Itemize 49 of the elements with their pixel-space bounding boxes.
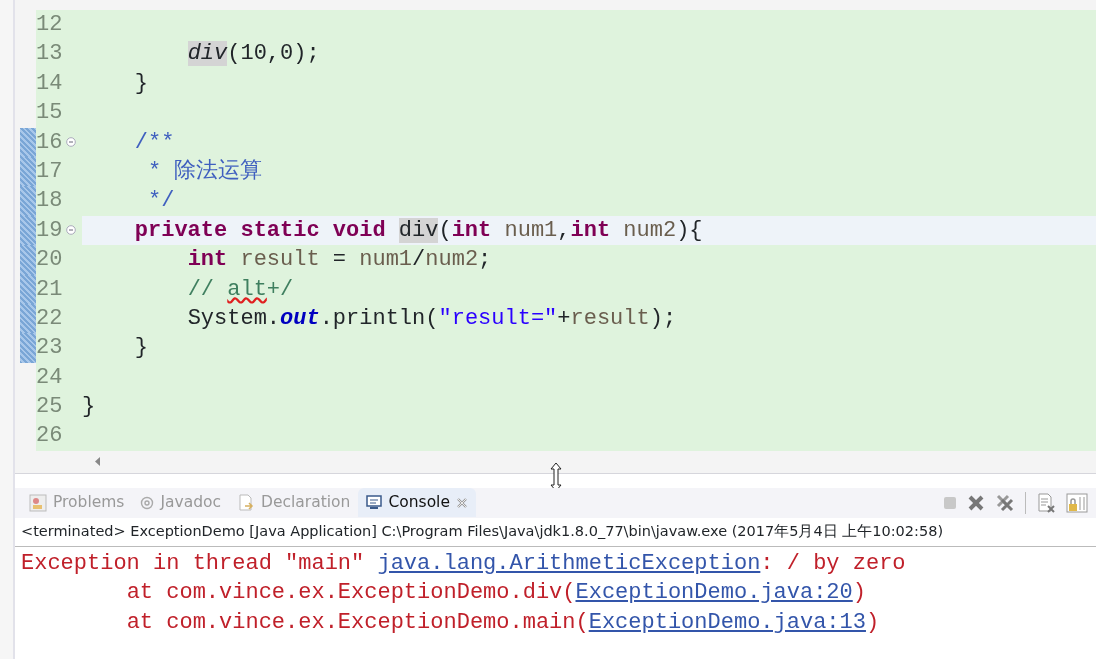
scroll-lock-icon[interactable] [1066, 491, 1088, 514]
line-number: 18 [36, 188, 63, 214]
code-line: * 除法运算 [148, 158, 263, 184]
monitor-icon [366, 494, 383, 511]
line-number: 26 [36, 423, 63, 449]
console-text: ) [852, 580, 866, 606]
close-icon[interactable] [455, 496, 468, 509]
remove-all-icon[interactable] [995, 492, 1015, 513]
code-line: */ [148, 188, 175, 214]
code-line: div(10,0); [187, 41, 320, 67]
stack-trace-link[interactable]: ExceptionDemo.java:13 [588, 609, 866, 635]
line-number: 14 [36, 70, 63, 96]
line-number: 20 [36, 247, 63, 273]
line-number: 23 [36, 335, 63, 361]
view-tab[interactable]: Console [358, 488, 476, 518]
clear-console-icon[interactable] [1036, 492, 1056, 513]
code-line: int result = num1/num2; [187, 247, 492, 273]
code-line: } [134, 335, 148, 361]
collapse-icon[interactable] [66, 137, 76, 148]
line-number: 22 [36, 305, 63, 331]
code-line: } [134, 70, 148, 96]
line-number: 17 [36, 158, 63, 184]
line-number: 24 [36, 364, 63, 390]
console-text: Exception in thread "main" [21, 550, 366, 576]
stack-trace-link[interactable]: ExceptionDemo.java:20 [575, 580, 853, 606]
scroll-left-icon[interactable] [95, 457, 101, 467]
line-number: 15 [36, 100, 63, 126]
code-line: private static void div(int num1,int num2){ [134, 217, 703, 243]
document-arrow-icon [237, 493, 256, 512]
problems-icon [29, 493, 47, 512]
code-line: // alt+/ [187, 276, 294, 302]
line-number: 21 [36, 276, 63, 302]
console-text: at com.vince.ex.ExceptionDemo.main( [126, 609, 589, 635]
console-text: : / by zero [760, 550, 906, 576]
console-text: at com.vince.ex.ExceptionDemo.div( [126, 580, 576, 606]
code-line: } [82, 394, 96, 420]
line-number: 13 [36, 41, 63, 67]
console-header: <terminated> ExceptionDemo [Java Application] C:\Program Files\Java\jdk1.8.0_77\bin\javaw.exe (2017年5月4日 上午10:02:58) [15, 517, 1096, 547]
line-number: 16 [36, 129, 63, 155]
line-number: 25 [36, 394, 63, 420]
remove-icon[interactable] [967, 493, 985, 512]
stop-icon[interactable] [943, 495, 957, 510]
line-number: 12 [36, 12, 63, 37]
stack-trace-link[interactable]: java.lang.ArithmeticException [377, 550, 761, 576]
collapse-icon[interactable] [66, 225, 76, 236]
console-text: ) [865, 609, 880, 635]
code-line: System.out.println("result="+result); [187, 305, 677, 331]
line-number: 19 [36, 217, 63, 243]
code-line: /** [134, 129, 175, 155]
